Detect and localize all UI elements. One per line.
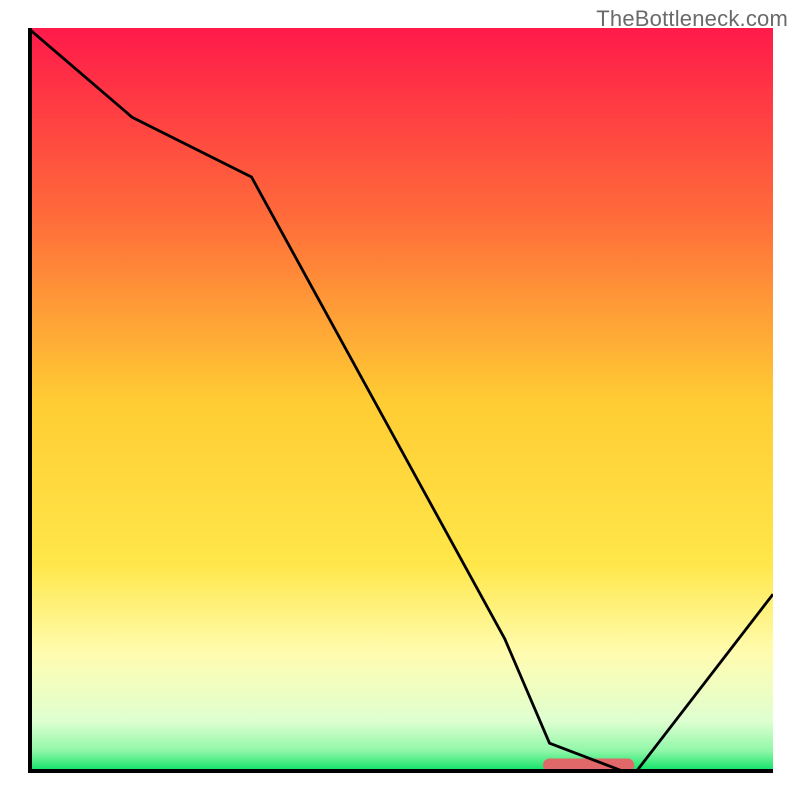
watermark-text: TheBottleneck.com bbox=[596, 6, 788, 32]
bottleneck-chart bbox=[28, 28, 773, 773]
chart-background-gradient bbox=[28, 28, 773, 773]
chart-svg bbox=[28, 28, 773, 773]
